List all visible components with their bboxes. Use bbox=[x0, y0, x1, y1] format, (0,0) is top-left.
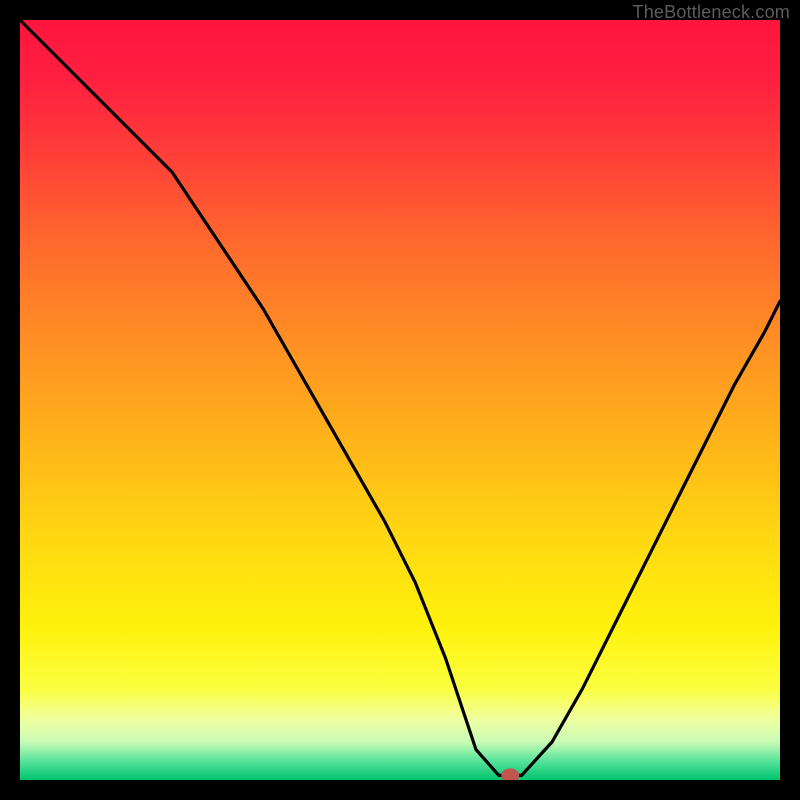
plot-area bbox=[20, 20, 780, 780]
chart-frame: TheBottleneck.com bbox=[0, 0, 800, 800]
chart-svg bbox=[20, 20, 780, 780]
